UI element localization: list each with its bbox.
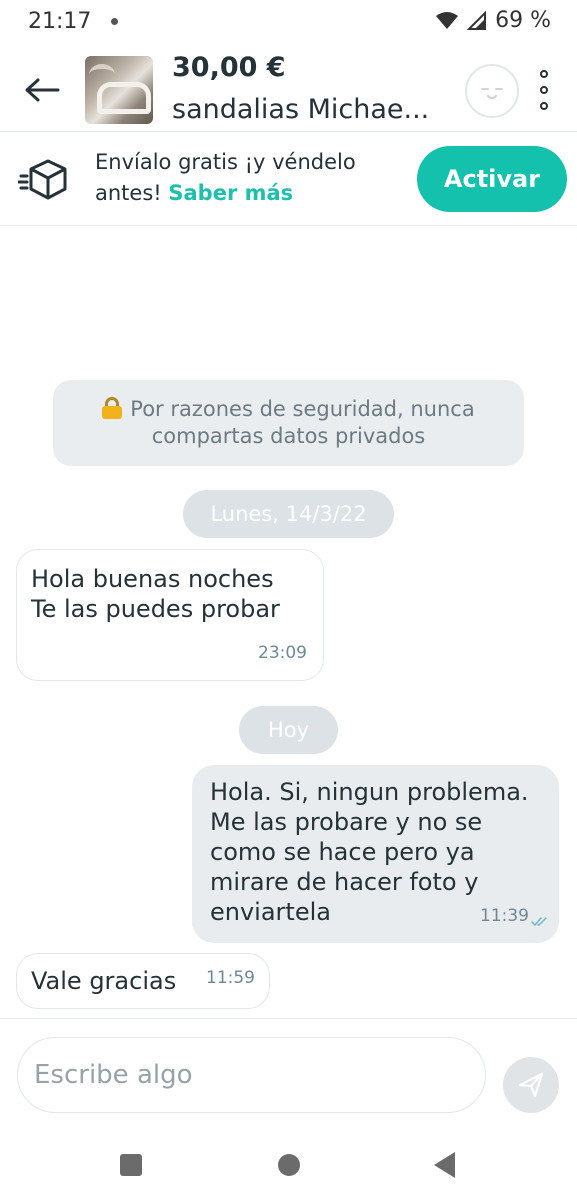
system-back-icon[interactable] (434, 1152, 455, 1178)
lock-icon (102, 397, 123, 419)
item-title[interactable]: sandalias Michae... (172, 94, 452, 125)
security-notice-text: Por razones de seguridad, nunca comparta… (130, 397, 475, 448)
arrow-left-icon (25, 78, 60, 102)
message-outgoing[interactable]: Hola. Si, ningun problema. Me las probar… (192, 765, 559, 943)
user-avatar-icon (481, 88, 503, 99)
message-text: Vale gracias (31, 967, 177, 995)
item-thumbnail[interactable] (85, 56, 153, 124)
message-time: 23:09 (258, 643, 307, 663)
notification-dot-icon (111, 18, 118, 25)
back-button[interactable] (20, 70, 64, 110)
message-time: 11:59 (206, 968, 255, 988)
date-separator: Lunes, 14/3/22 (183, 490, 394, 538)
send-button[interactable] (503, 1057, 559, 1113)
user-avatar[interactable] (465, 64, 519, 118)
send-icon (518, 1072, 544, 1098)
more-vertical-icon[interactable] (530, 68, 558, 112)
status-indicators: 69 % (435, 8, 551, 33)
date-separator: Hoy (239, 706, 338, 754)
item-price[interactable]: 30,00 € (172, 52, 286, 83)
wifi-icon (436, 11, 459, 29)
message-input[interactable] (17, 1037, 486, 1113)
home-icon[interactable] (278, 1154, 300, 1176)
learn-more-link[interactable]: Saber más (168, 181, 293, 205)
security-notice: Por razones de seguridad, nunca comparta… (53, 380, 524, 466)
chat-header: 30,00 € sandalias Michae... (0, 48, 577, 132)
shipping-promo-text: Envíalo gratis ¡y véndelo antes! Saber m… (95, 147, 395, 209)
message-incoming[interactable]: Hola buenas noches Te las puedes probar … (16, 549, 324, 681)
shipping-promo-banner: Envíalo gratis ¡y véndelo antes! Saber m… (0, 132, 577, 226)
signal-icon (467, 10, 487, 30)
status-time: 21:17 (28, 9, 92, 34)
fast-box-icon (18, 159, 67, 200)
message-text: Hola buenas noches Te las puedes probar (31, 565, 280, 623)
message-time: 11:39 (480, 906, 529, 926)
message-composer (0, 1018, 577, 1128)
status-bar: 21:17 69 % (0, 0, 577, 48)
battery-level: 69 % (495, 8, 551, 33)
activate-shipping-button[interactable]: Activar (417, 146, 567, 212)
system-navigation-bar (0, 1128, 577, 1200)
read-receipt-icon (531, 917, 547, 926)
recents-icon[interactable] (120, 1154, 142, 1176)
message-incoming[interactable]: Vale gracias 11:59 (16, 953, 270, 1009)
